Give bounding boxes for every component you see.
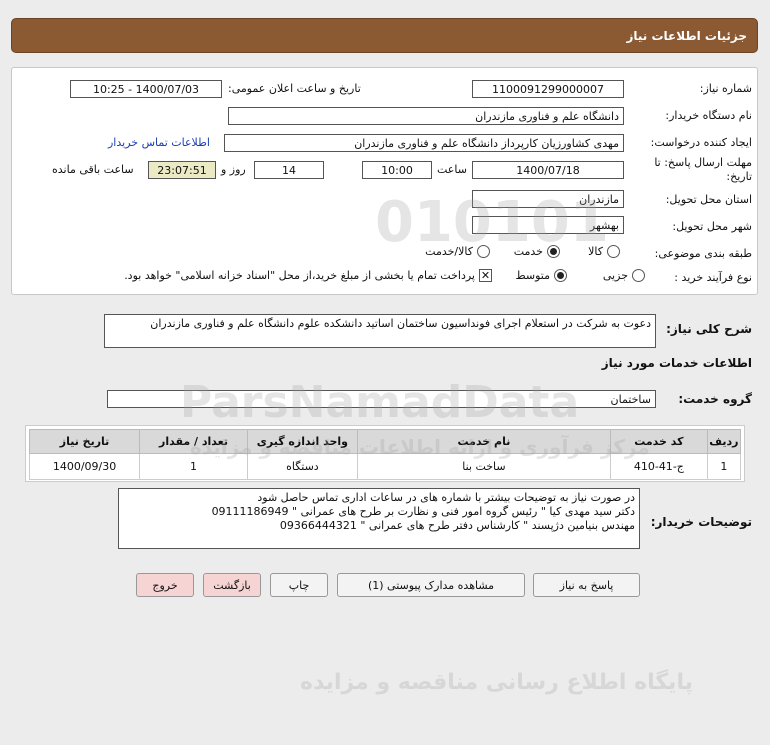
remaining-time-label: ساعت باقی مانده [52,163,134,176]
creator-label: ایجاد کننده درخواست: [650,136,752,149]
cell-service-code: ج-41-410 [609,453,708,480]
days-field: 14 [254,161,324,179]
page-title-bar: جزئیات اطلاعات نیاز [11,18,758,53]
reply-button[interactable]: پاسخ به نیاز [533,573,640,597]
deadline-time-field: 10:00 [362,161,432,179]
buyer-notes-field: در صورت نیاز به توضیحات بیشتر با شماره ه… [118,488,640,549]
remaining-time-field: 23:07:51 [148,161,216,179]
buyer-notes-line-2: دکتر سید مهدی کیا " رئیس گروه امور فنی و… [211,505,635,518]
process-option-minor[interactable]: جزیی [603,269,645,282]
days-label: روز و [221,163,246,176]
buyer-notes-line-1: در صورت نیاز به توضیحات بیشتر با شماره ه… [257,491,635,504]
category-option-goods[interactable]: کالا [588,245,620,258]
payment-option[interactable]: ✕ پرداخت تمام یا بخشی از مبلغ خرید،از مح… [124,269,492,282]
watermark-tagline-2: پایگاه اطلاع رسانی مناقصه و مزایده [300,670,693,695]
page-title: جزئیات اطلاعات نیاز [626,28,747,43]
col-service-code: کد خدمت [609,429,708,454]
province-field: مازندران [472,190,624,208]
services-table-header: ردیف کد خدمت نام خدمت واحد اندازه گیری ت… [28,429,742,454]
category-option-service[interactable]: خدمت [514,245,560,258]
description-label: شرح کلی نیاز: [666,322,752,336]
deadline-label: مهلت ارسال پاسخ: تا تاریخ: [654,156,752,183]
cell-row: 1 [706,453,742,480]
buyer-notes-line-3: مهندس بنیامین دژپسند " کارشناس دفتر طرح … [279,519,635,532]
category-option-goods-label: کالا [588,245,603,258]
process-label: نوع فرآیند خرید : [674,271,752,284]
category-option-goods-service[interactable]: کالا/خدمت [425,245,490,258]
col-row: ردیف [706,429,742,454]
back-button[interactable]: بازگشت [203,573,261,597]
service-group-label: گروه خدمت: [678,392,752,406]
table-row: 1 ج-41-410 ساخت بنا دستگاه 1 1400/09/30 [28,453,742,480]
description-field: دعوت به شرکت در استعلام اجرای فونداسیون … [104,314,656,348]
announce-field: 1400/07/03 - 10:25 [70,80,222,98]
creator-field: مهدی کشاورزیان کارپرداز دانشگاه علم و فن… [224,134,624,152]
print-button[interactable]: چاپ [270,573,328,597]
contact-info-link[interactable]: اطلاعات تماس خریدار [108,136,210,149]
cell-service-name: ساخت بنا [356,453,611,480]
process-option-medium[interactable]: متوسط [515,269,567,282]
cell-unit: دستگاه [246,453,358,480]
payment-note: پرداخت تمام یا بخشی از مبلغ خرید،از محل … [124,269,475,282]
process-option-minor-label: جزیی [602,269,628,282]
need-number-label: شماره نیاز: [699,82,752,95]
radio-minor[interactable] [632,269,645,282]
category-label: طبقه بندی موضوعی: [654,247,752,260]
city-field: بهشهر [472,216,624,234]
deadline-time-label: ساعت [437,163,467,176]
announce-label: تاریخ و ساعت اعلان عمومی: [228,82,361,95]
need-number-field: 1100091299000007 [472,80,624,98]
service-group-field: ساختمان [107,390,656,408]
col-unit: واحد اندازه گیری [246,429,358,454]
radio-service[interactable] [547,245,560,258]
category-option-service-label: خدمت [513,245,543,258]
services-table-wrap: ردیف کد خدمت نام خدمت واحد اندازه گیری ت… [25,425,745,482]
radio-medium[interactable] [554,269,567,282]
services-section-title: اطلاعات خدمات مورد نیاز [601,356,752,370]
cell-quantity: 1 [139,453,248,480]
category-option-goods-service-label: کالا/خدمت [425,245,473,258]
deadline-date-field: 1400/07/18 [472,161,624,179]
buyer-org-field: دانشگاه علم و فناوری مازندران [228,107,624,125]
buyer-notes-label: توضیحات خریدار: [650,515,752,529]
exit-button[interactable]: خروج [136,573,194,597]
radio-goods-service[interactable] [477,245,490,258]
col-need-date: تاریخ نیاز [28,429,141,454]
process-option-medium-label: متوسط [515,269,550,282]
radio-goods[interactable] [607,245,620,258]
city-label: شهر محل تحویل: [672,220,752,233]
col-service-name: نام خدمت [356,429,611,454]
buyer-org-label: نام دستگاه خریدار: [665,109,752,122]
payment-checkbox[interactable]: ✕ [479,269,492,282]
col-quantity: تعداد / مقدار [139,429,248,454]
attachments-button[interactable]: مشاهده مدارک پیوستی (1) [337,573,525,597]
services-table: ردیف کد خدمت نام خدمت واحد اندازه گیری ت… [28,429,742,480]
province-label: استان محل تحویل: [665,193,752,206]
cell-need-date: 1400/09/30 [28,453,141,480]
